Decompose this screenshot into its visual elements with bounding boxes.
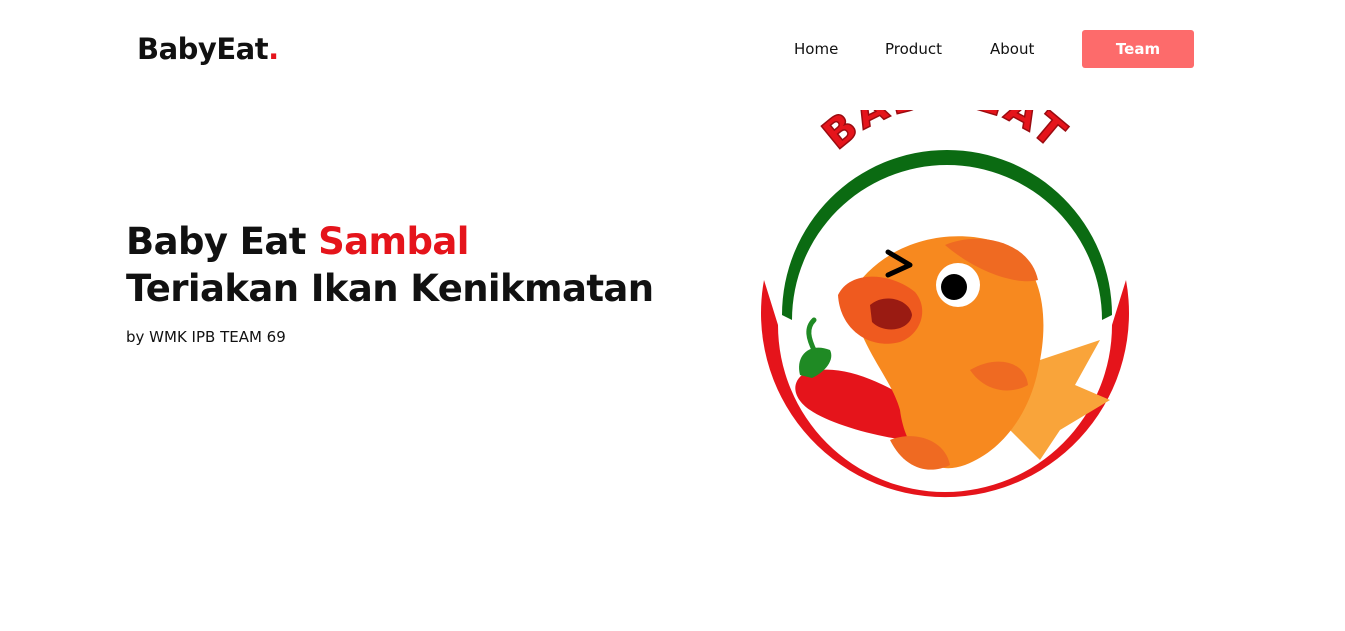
hero-title-part1: Baby Eat [126,220,319,263]
hero-section: Baby Eat Sambal Teriakan Ikan Kenikmatan… [126,218,686,346]
team-button[interactable]: Team [1082,30,1194,68]
main-nav: Home Product About Team [0,30,1345,68]
hero-title: Baby Eat Sambal Teriakan Ikan Kenikmatan [126,218,686,312]
nav-product-link[interactable]: Product [885,40,942,58]
hero-byline: by WMK IPB TEAM 69 [126,328,286,346]
logo-bottom-text: TERIAKAN IKAN KENIKMATAN [824,556,1066,570]
fish-chili-logo-icon: BABY EAT TERIAKAN IKAN KENIKMATAN [740,69,1150,626]
hero-title-line2: Teriakan Ikan Kenikmatan [126,267,654,310]
nav-home-link[interactable]: Home [794,40,838,58]
logo-illustration: BABY EAT TERIAKAN IKAN KENIKMATAN [761,69,1129,626]
hero-title-accent: Sambal [318,220,469,263]
nav-about-link[interactable]: About [990,40,1034,58]
